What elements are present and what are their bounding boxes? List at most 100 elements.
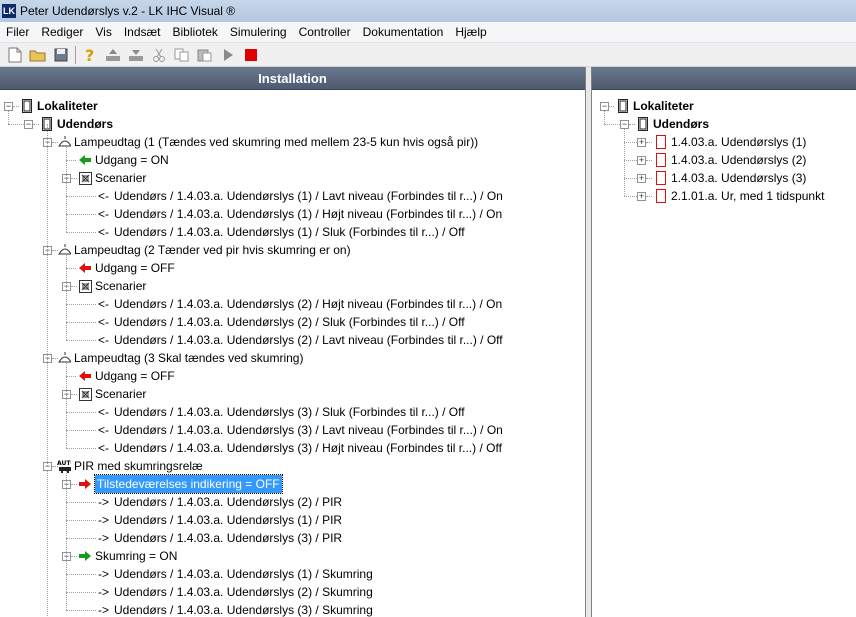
link-direction-arrow: <- — [98, 189, 110, 203]
library-tree-item[interactable]: 1.4.03.a. Udendørslys (2) — [654, 151, 806, 169]
tree-node-pir[interactable]: AUTOPIR med skumringsrelæ — [57, 457, 203, 475]
tree-node-label: 1.4.03.a. Udendørslys (1) — [671, 135, 807, 149]
tree-node-label: Udendørs — [57, 117, 114, 131]
tree-node-link[interactable]: <- Udendørs / 1.4.03.a. Udendørslys (2) /… — [98, 295, 502, 313]
tree-expander-icon[interactable]: + — [637, 174, 646, 183]
tree-guide-line — [604, 124, 620, 125]
menu-item-bibliotek[interactable]: Bibliotek — [167, 22, 224, 42]
library-panel: − Lokaliteter − Udendørs +1.4.03.a. Udendørs… — [591, 67, 856, 617]
tree-node-lamp[interactable]: Lampeudtag (3 Skal tændes ved skumring) — [57, 349, 303, 367]
tree-node-lamp[interactable]: Lampeudtag (2 Tænder ved pir hvis skumri… — [57, 241, 351, 259]
library-tree-item[interactable]: 2.1.01.a. Ur, med 1 tidspunkt — [654, 187, 824, 205]
tree-guide-line — [66, 448, 96, 449]
play-icon[interactable] — [219, 46, 237, 64]
tree-node-link[interactable]: <- Udendørs / 1.4.03.a. Udendørslys (1) /… — [98, 223, 465, 241]
tree-node-label: Lokaliteter — [37, 99, 98, 113]
library-tree-root[interactable]: Lokaliteter — [616, 97, 694, 115]
tree-expander-icon[interactable]: − — [600, 102, 609, 111]
menu-item-filer[interactable]: Filer — [0, 22, 35, 42]
tree-expander-icon[interactable]: − — [620, 120, 629, 129]
save-icon[interactable] — [52, 46, 70, 64]
tree-node-link[interactable]: <- Udendørs / 1.4.03.a. Udendørslys (3) /… — [98, 439, 502, 457]
tree-node-input[interactable]: Skumring = ON — [78, 547, 177, 565]
product-icon — [654, 153, 668, 167]
tree-node-label: Scenarier — [95, 171, 147, 185]
tree-node-scenarios[interactable]: Scenarier — [78, 277, 146, 295]
tree-node-label: Udendørs / 1.4.03.a. Udendørslys (2) / S… — [114, 315, 465, 329]
new-file-icon[interactable] — [6, 46, 24, 64]
tree-guide-line — [66, 430, 96, 431]
tree-node-label: Udendørs / 1.4.03.a. Udendørslys (3) / L… — [114, 423, 503, 437]
upload-icon[interactable] — [104, 46, 122, 64]
link-direction-arrow: -> — [98, 531, 110, 545]
tree-expander-icon[interactable]: + — [637, 192, 646, 201]
tree-expander-icon[interactable]: − — [4, 102, 13, 111]
menu-item-dokumentation[interactable]: Dokumentation — [357, 22, 450, 42]
tree-node-link[interactable]: <- Udendørs / 1.4.03.a. Udendørslys (1) /… — [98, 187, 503, 205]
help-icon[interactable]: ? — [81, 46, 99, 64]
open-folder-icon[interactable] — [29, 46, 47, 64]
menu-item-controller[interactable]: Controller — [293, 22, 357, 42]
tree-node-link[interactable]: -> Udendørs / 1.4.03.a. Udendørslys (1) /… — [98, 565, 373, 583]
input-on-arrow-icon — [78, 549, 92, 563]
link-direction-arrow: <- — [98, 333, 110, 347]
tree-node-input[interactable]: Tilstedeværelses indikering = OFF — [78, 474, 283, 494]
copy-icon[interactable] — [173, 46, 191, 64]
tree-node-label: Lampeudtag (3 Skal tændes ved skumring) — [74, 351, 304, 365]
menu-item-simulering[interactable]: Simulering — [224, 22, 293, 42]
tree-node-link[interactable]: <- Udendørs / 1.4.03.a. Udendørslys (3) /… — [98, 403, 465, 421]
tree-node-link[interactable]: -> Udendørs / 1.4.03.a. Udendørslys (3) /… — [98, 529, 342, 547]
link-direction-arrow: <- — [98, 423, 110, 437]
tree-node-label: Udendørs — [653, 117, 710, 131]
library-tree-item[interactable]: 1.4.03.a. Udendørslys (3) — [654, 169, 806, 187]
tree-guide-line — [66, 322, 96, 323]
location-icon — [616, 99, 630, 113]
tree-guide-line — [66, 255, 67, 340]
input-off-arrow-icon — [78, 477, 92, 491]
tree-node-link[interactable]: <- Udendørs / 1.4.03.a. Udendørslys (3) /… — [98, 421, 503, 439]
tree-guide-line — [71, 178, 77, 179]
download-icon[interactable] — [127, 46, 145, 64]
tree-guide-line — [47, 471, 48, 617]
tree-node-label: Udendørs / 1.4.03.a. Udendørslys (1) / L… — [114, 189, 503, 203]
tree-node-root[interactable]: Lokaliteter — [20, 97, 98, 115]
tree-expander-icon[interactable]: + — [637, 156, 646, 165]
menu-item-vis[interactable]: Vis — [89, 22, 117, 42]
tree-expander-icon[interactable]: + — [637, 138, 646, 147]
menu-bar: Filer Rediger Vis Indsæt Bibliotek Simulering… — [0, 22, 856, 43]
stop-icon[interactable] — [242, 46, 260, 64]
library-tree-location[interactable]: Udendørs — [636, 115, 709, 133]
tree-node-link[interactable]: -> Udendørs / 1.4.03.a. Udendørslys (2) /… — [98, 583, 373, 601]
tree-node-label: Udgang = OFF — [95, 369, 175, 383]
tree-node-link[interactable]: <- Udendørs / 1.4.03.a. Udendørslys (2) /… — [98, 331, 503, 349]
tree-node-link[interactable]: -> Udendørs / 1.4.03.a. Udendørslys (2) /… — [98, 493, 342, 511]
tree-node-output[interactable]: Udgang = OFF — [78, 367, 175, 385]
menu-item-rediger[interactable]: Rediger — [35, 22, 89, 42]
tree-guide-line — [66, 538, 96, 539]
menu-item-hjælp[interactable]: Hjælp — [449, 22, 492, 42]
tree-node-link[interactable]: <- Udendørs / 1.4.03.a. Udendørslys (2) /… — [98, 313, 465, 331]
menu-item-indsæt[interactable]: Indsæt — [118, 22, 167, 42]
cut-icon[interactable] — [150, 46, 168, 64]
tree-guide-line — [66, 268, 76, 269]
tree-node-label: Tilstedeværelses indikering = OFF — [94, 474, 283, 494]
scenario-icon — [78, 279, 92, 293]
tree-node-output[interactable]: Udgang = ON — [78, 151, 169, 169]
tree-node-link[interactable]: -> Udendørs / 1.4.03.a. Udendørslys (1) /… — [98, 511, 342, 529]
tree-guide-line — [66, 502, 96, 503]
tree-node-label: Udendørs / 1.4.03.a. Udendørslys (1) / S… — [114, 567, 373, 581]
tree-node-scenarios[interactable]: Scenarier — [78, 169, 146, 187]
installation-panel: Installation − Lokaliteter − Udendørs − Lampe… — [0, 67, 586, 617]
tree-node-link[interactable]: -> Udendørs / 1.4.03.a. Udendørslys (3) /… — [98, 601, 373, 617]
paste-icon[interactable] — [196, 46, 214, 64]
library-tree-item[interactable]: 1.4.03.a. Udendørslys (1) — [654, 133, 806, 151]
tree-node-output[interactable]: Udgang = OFF — [78, 259, 175, 277]
tree-node-scenarios[interactable]: Scenarier — [78, 385, 146, 403]
tree-guide-line — [71, 394, 77, 395]
tree-node-link[interactable]: <- Udendørs / 1.4.03.a. Udendørslys (1) /… — [98, 205, 502, 223]
tree-guide-line — [71, 286, 77, 287]
tree-node-lamp[interactable]: Lampeudtag (1 (Tændes ved skumring med m… — [57, 133, 478, 151]
tree-expander-icon[interactable]: − — [24, 120, 33, 129]
tree-node-location[interactable]: Udendørs — [40, 115, 113, 133]
tree-node-label: Lampeudtag (1 (Tændes ved skumring med m… — [74, 135, 479, 149]
